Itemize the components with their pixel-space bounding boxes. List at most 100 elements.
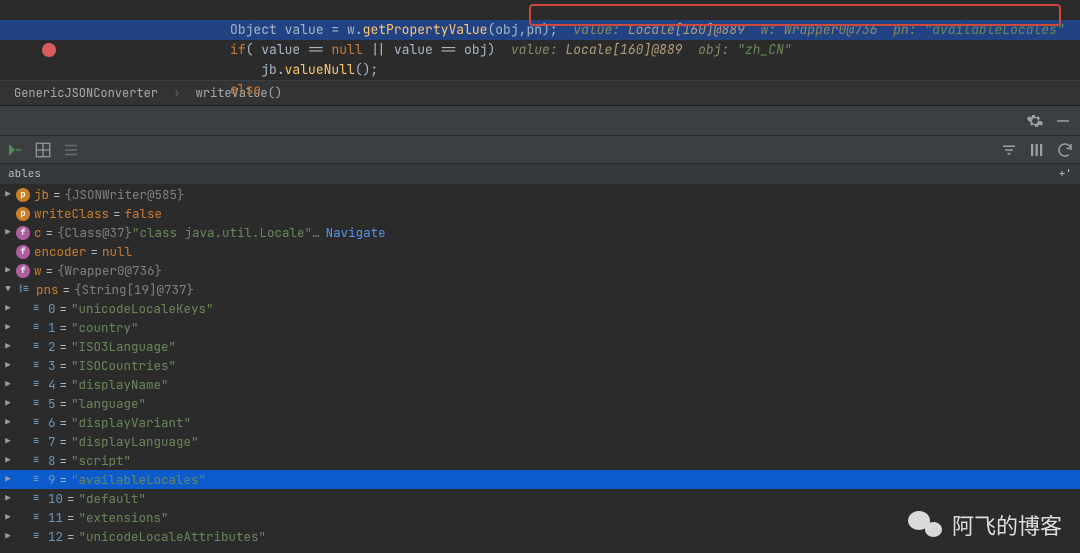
variable-row[interactable]: ▼⁞≡pns = {String[19]@737} <box>0 280 1080 299</box>
expand-arrow-icon[interactable]: ▶ <box>2 432 14 451</box>
variable-row[interactable]: fencoder = null <box>0 242 1080 261</box>
add-watch-icon[interactable]: +' <box>1059 167 1072 181</box>
code-line[interactable]: Object value = w.getPropertyValue(obj,pn… <box>0 0 1080 20</box>
variable-keyword: null <box>102 242 132 261</box>
expand-arrow-icon[interactable]: ▶ <box>2 318 14 337</box>
indent <box>66 40 230 60</box>
expand-arrow-icon[interactable]: ▶ <box>2 375 14 394</box>
variable-row[interactable]: pwriteClass = false <box>0 204 1080 223</box>
array-index: 7 <box>48 432 56 451</box>
indent <box>66 80 230 100</box>
minimize-icon[interactable] <box>1054 112 1072 130</box>
array-index: 9 <box>48 470 56 489</box>
refresh-icon[interactable] <box>1056 141 1074 159</box>
expand-arrow-icon[interactable]: ▶ <box>2 394 14 413</box>
debug-toolbar <box>0 106 1080 136</box>
equals: = <box>60 375 68 394</box>
equals: = <box>53 185 61 204</box>
array-value: "default" <box>79 489 147 508</box>
array-item-row[interactable]: ▶≡5 = "language" <box>0 394 1080 413</box>
expand-arrow-icon[interactable]: ▶ <box>2 356 14 375</box>
element-icon: ≡ <box>28 378 44 392</box>
variables-tree[interactable]: ▶pjb = {JSONWriter@585}pwriteClass = fal… <box>0 185 1080 546</box>
array-item-row[interactable]: ▶≡3 = "ISOCountries" <box>0 356 1080 375</box>
equals: = <box>60 356 68 375</box>
token-keyword: null <box>331 41 362 58</box>
equals: = <box>60 318 68 337</box>
array-item-row[interactable]: ▶≡0 = "unicodeLocaleKeys" <box>0 299 1080 318</box>
array-index: 12 <box>48 527 63 546</box>
evaluate-icon[interactable] <box>6 141 24 159</box>
equals: = <box>46 223 54 242</box>
equals: = <box>91 242 99 261</box>
field-icon: f <box>16 245 30 259</box>
element-icon: ≡ <box>28 492 44 506</box>
filter-icon[interactable] <box>1000 141 1018 159</box>
array-index: 0 <box>48 299 56 318</box>
gutter[interactable] <box>31 20 66 40</box>
expand-arrow-icon[interactable]: ▶ <box>2 508 14 527</box>
expand-arrow-icon[interactable]: ▼ <box>2 280 14 299</box>
expand-arrow-icon[interactable]: ▶ <box>2 185 14 204</box>
element-icon: ≡ <box>28 473 44 487</box>
array-item-row[interactable]: ▶≡4 = "displayName" <box>0 375 1080 394</box>
variable-name: c <box>34 223 42 242</box>
array-value: "script" <box>71 451 131 470</box>
expand-arrow-icon[interactable]: ▶ <box>2 299 14 318</box>
variable-object: {Wrapper0@736} <box>57 261 162 280</box>
expand-arrow-icon[interactable]: ▶ <box>2 337 14 356</box>
list-icon[interactable] <box>62 141 80 159</box>
expand-arrow-icon[interactable]: ▶ <box>2 489 14 508</box>
variable-row[interactable]: ▶fw = {Wrapper0@736} <box>0 261 1080 280</box>
equals: = <box>60 470 68 489</box>
ellipsis: … <box>312 223 320 242</box>
variable-name: pns <box>36 280 59 299</box>
inlay-hint: w: Wrapper0@736 pn: <box>745 21 924 38</box>
gear-icon[interactable] <box>1026 112 1044 130</box>
tab-variables[interactable]: ables <box>8 167 41 181</box>
expand-arrow-icon[interactable]: ▶ <box>2 527 14 546</box>
expand-arrow-icon[interactable]: ▶ <box>2 470 14 489</box>
array-item-row[interactable]: ▶≡6 = "displayVariant" <box>0 413 1080 432</box>
token: value = w. <box>277 21 363 38</box>
array-item-row[interactable]: ▶≡9 = "availableLocales" <box>0 470 1080 489</box>
element-icon: ≡ <box>28 530 44 544</box>
gutter[interactable] <box>31 60 66 80</box>
equals: = <box>113 204 121 223</box>
array-item-row[interactable]: ▶≡2 = "ISO3Language" <box>0 337 1080 356</box>
array-item-row[interactable]: ▶≡10 = "default" <box>0 489 1080 508</box>
array-item-row[interactable]: ▶≡8 = "script" <box>0 451 1080 470</box>
equals: = <box>60 394 68 413</box>
array-item-row[interactable]: ▶≡1 = "country" <box>0 318 1080 337</box>
breakpoint-icon[interactable] <box>42 43 56 57</box>
variable-row[interactable]: ▶fc = {Class@37} "class java.util.Locale… <box>0 223 1080 242</box>
expand-arrow-icon[interactable]: ▶ <box>2 261 14 280</box>
navigate-link[interactable]: Navigate <box>326 223 386 242</box>
equals: = <box>67 508 75 527</box>
variable-row[interactable]: ▶pjb = {JSONWriter@585} <box>0 185 1080 204</box>
expand-arrow-icon[interactable]: ▶ <box>2 413 14 432</box>
watermark: 阿飞的博客 <box>908 509 1062 541</box>
columns-icon[interactable] <box>1028 141 1046 159</box>
grid-icon[interactable] <box>34 141 52 159</box>
param-icon: p <box>16 188 30 202</box>
expand-arrow-icon[interactable]: ▶ <box>2 223 14 242</box>
gutter[interactable] <box>31 80 66 100</box>
wechat-icon <box>908 511 942 539</box>
array-item-row[interactable]: ▶≡7 = "displayLanguage" <box>0 432 1080 451</box>
inlay-hint: obj: <box>682 41 737 58</box>
element-icon: ≡ <box>28 435 44 449</box>
element-icon: ≡ <box>28 454 44 468</box>
token-type: Object <box>230 21 277 38</box>
code-editor[interactable]: Object value = w.getPropertyValue(obj,pn… <box>0 0 1080 80</box>
array-value: "ISO3Language" <box>71 337 176 356</box>
expand-arrow-icon[interactable]: ▶ <box>2 451 14 470</box>
field-icon: f <box>16 264 30 278</box>
gutter[interactable] <box>31 40 66 60</box>
token-keyword: if <box>230 41 246 58</box>
array-value: "unicodeLocaleKeys" <box>71 299 214 318</box>
element-icon: ≡ <box>28 340 44 354</box>
array-index: 3 <box>48 356 56 375</box>
equals: = <box>60 413 68 432</box>
array-value: "displayLanguage" <box>71 432 199 451</box>
